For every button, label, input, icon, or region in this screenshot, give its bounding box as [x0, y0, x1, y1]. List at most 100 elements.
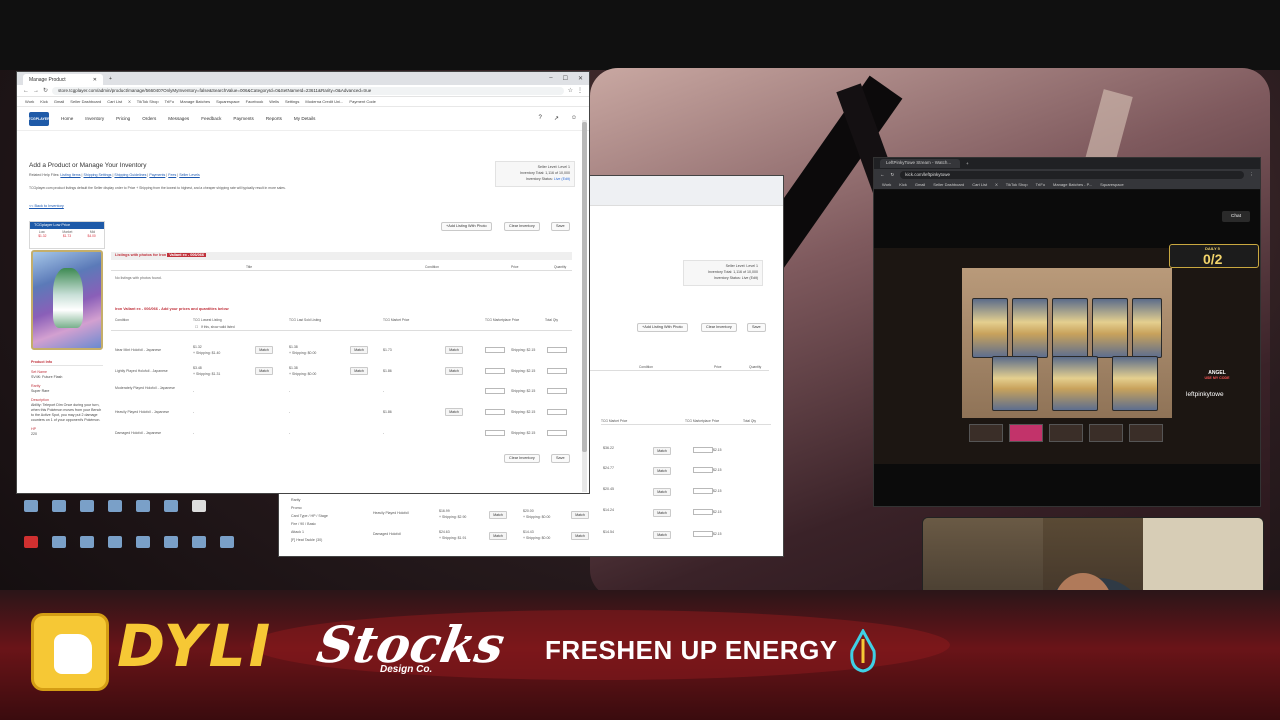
bookmark-item[interactable]: Squarespace [216, 99, 240, 104]
bookmark-item[interactable]: TrIFo [165, 99, 174, 104]
bookmark-item[interactable]: TrIFo [1036, 182, 1045, 187]
help-link[interactable]: Fees [168, 173, 176, 177]
price-input[interactable] [693, 509, 713, 515]
save-button[interactable]: Save [551, 222, 570, 231]
help-link[interactable]: Shipping Settings [84, 173, 112, 177]
star-icon[interactable]: ☆ [568, 87, 573, 94]
bookmark-item[interactable]: Work [25, 99, 34, 104]
bookmark-item[interactable]: Kick [899, 182, 907, 187]
match-button[interactable]: Match [489, 532, 507, 540]
help-link[interactable]: Listing Items [60, 173, 80, 177]
tab-kick[interactable]: LeftPinkyTowe Stream - Watch... [880, 159, 960, 168]
tab-manage-product[interactable]: Manage Product ✕ [23, 74, 103, 85]
bookmark-item[interactable]: Kick [40, 99, 48, 104]
clear-inventory-button[interactable]: Clear Inventory [701, 323, 737, 332]
desktop-icon[interactable] [132, 536, 154, 558]
bookmark-item[interactable]: Cart List [972, 182, 987, 187]
marketplace-price-input[interactable] [485, 409, 505, 415]
bookmark-item[interactable]: Seller Dashboard [70, 99, 101, 104]
bookmark-item[interactable]: Gmail [915, 182, 925, 187]
desktop-icon[interactable] [76, 536, 98, 558]
reload-icon[interactable]: ↻ [43, 87, 48, 94]
desktop-icon[interactable] [104, 536, 126, 558]
match-button[interactable]: Match [350, 346, 368, 354]
quantity-input[interactable] [547, 430, 567, 436]
match-button[interactable]: Match [653, 447, 671, 455]
desktop-icon[interactable] [188, 500, 210, 522]
new-tab-icon[interactable]: + [109, 76, 112, 82]
nav-orders[interactable]: Orders [142, 116, 156, 121]
match-button[interactable]: Match [350, 367, 368, 375]
minimize-icon[interactable]: – [549, 75, 552, 82]
kick-browser-window[interactable]: LeftPinkyTowe Stream - Watch... + ← ↻ ki… [873, 157, 1261, 507]
bookmark-item[interactable]: Manage Batches [180, 99, 210, 104]
url-field[interactable]: store.tcgplayer.com/admin/product/manage… [52, 86, 564, 95]
desktop-icon[interactable] [216, 536, 238, 558]
new-tab-icon[interactable]: + [966, 161, 969, 166]
bookmark-item[interactable]: TikTok Shop [1006, 182, 1028, 187]
stream-video[interactable]: DAILY 5 0/2 ANGEL USE MY CODE leftpinkyt… [874, 244, 1260, 464]
bookmark-item[interactable]: Seller Dashboard [933, 182, 964, 187]
match-button[interactable]: Match [653, 488, 671, 496]
marketplace-price-input[interactable] [485, 347, 505, 353]
match-button[interactable]: Match [445, 346, 463, 354]
price-input[interactable] [693, 531, 713, 537]
nav-inventory[interactable]: Inventory [85, 116, 104, 121]
clear-inventory-button[interactable]: Clear Inventory [504, 222, 540, 231]
user-icon[interactable]: ☺ [571, 115, 577, 122]
quantity-input[interactable] [547, 409, 567, 415]
marketplace-price-input[interactable] [485, 368, 505, 374]
add-listing-button[interactable]: +Add Listing With Photo [637, 323, 688, 332]
bookmark-item[interactable]: TikTok Shop [137, 99, 159, 104]
bookmark-item[interactable]: X [995, 182, 998, 187]
bookmark-item[interactable]: Settings [285, 99, 299, 104]
desktop-icon[interactable] [160, 500, 182, 522]
nav-feedback[interactable]: Feedback [201, 116, 221, 121]
marketplace-price-input[interactable] [485, 388, 505, 394]
match-button[interactable]: Match [571, 511, 589, 519]
bookmark-item[interactable]: Facebook [246, 99, 264, 104]
add-listing-button[interactable]: +Add Listing With Photo [441, 222, 492, 231]
bookmark-item[interactable]: Payment Code [349, 99, 375, 104]
match-button[interactable]: Match [489, 511, 507, 519]
bookmark-item[interactable]: Work [882, 182, 891, 187]
quantity-input[interactable] [547, 388, 567, 394]
help-icon[interactable]: ? [538, 115, 541, 122]
desktop-icon[interactable] [160, 536, 182, 558]
help-link[interactable]: Shipping Guidelines [114, 173, 146, 177]
match-button[interactable]: Match [571, 532, 589, 540]
back-arrow-icon[interactable]: ← [880, 172, 885, 177]
match-button[interactable]: Match [653, 467, 671, 475]
match-button[interactable]: Match [255, 367, 273, 375]
desktop-icon[interactable] [20, 500, 42, 522]
back-arrow-icon[interactable]: ← [23, 88, 29, 94]
bookmark-item[interactable]: Wells [269, 99, 279, 104]
desktop-icon[interactable] [188, 536, 210, 558]
price-input[interactable] [693, 447, 713, 453]
desktop-icon[interactable] [132, 500, 154, 522]
bookmark-item[interactable]: X [128, 99, 131, 104]
marketplace-price-input[interactable] [485, 430, 505, 436]
price-input[interactable] [693, 488, 713, 494]
nav-payments[interactable]: Payments [233, 116, 253, 121]
menu-icon[interactable]: ⋮ [577, 87, 583, 94]
back-to-inventory-link[interactable]: << Back to Inventory [29, 204, 64, 208]
kick-url-field[interactable]: kick.com/leftpinkytowe [900, 170, 1244, 179]
desktop-icon[interactable] [48, 500, 70, 522]
main-browser-window[interactable]: Manage Product ✕ + – ☐ ✕ ← → ↻ store.tcg… [16, 71, 590, 494]
bookmark-item[interactable]: Moderna Credit Uni... [305, 99, 343, 104]
desktop-icon[interactable] [20, 536, 42, 558]
bookmark-item[interactable]: Gmail [54, 99, 64, 104]
menu-icon[interactable]: ⋮ [1250, 172, 1255, 178]
desktop-icon[interactable] [104, 500, 126, 522]
tcgplayer-logo[interactable]: TCGPLAYER [28, 111, 50, 126]
help-link[interactable]: Payments [149, 173, 165, 177]
save-button-bottom[interactable]: Save [551, 454, 570, 463]
external-link-icon[interactable]: ↗ [554, 115, 559, 122]
maximize-icon[interactable]: ☐ [563, 75, 568, 82]
direct-only-checkbox[interactable]: ☐ [195, 325, 198, 329]
price-input[interactable] [693, 467, 713, 473]
nav-pricing[interactable]: Pricing [116, 116, 130, 121]
chat-button[interactable]: Chat [1222, 211, 1250, 222]
nav-messages[interactable]: Messages [168, 116, 189, 121]
